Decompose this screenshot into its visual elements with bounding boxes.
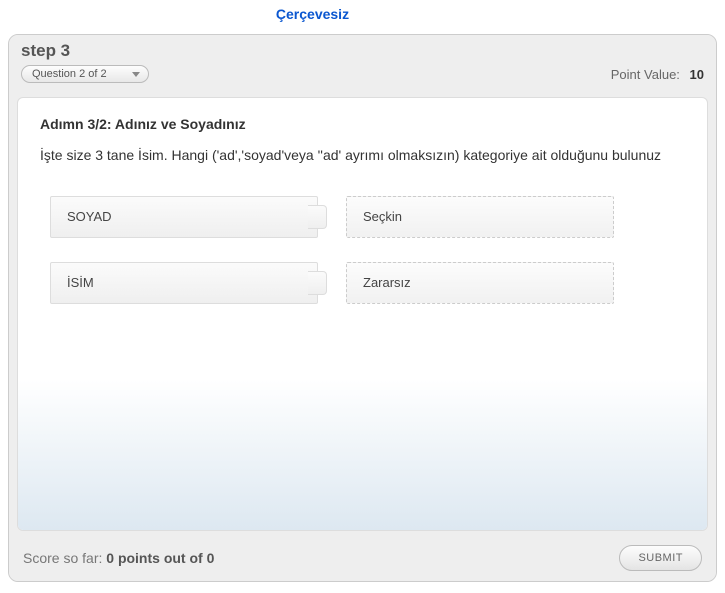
header-row: Question 2 of 2 Point Value: 10 [21,65,704,83]
slot-label: İSİM [67,275,94,290]
match-row: İSİM Zararsız [50,262,675,304]
frameless-link[interactable]: Çerçevesiz [276,6,349,22]
panel-footer: Score so far: 0 points out of 0 SUBMIT [9,535,716,581]
question-selector[interactable]: Question 2 of 2 [21,65,149,83]
point-value: Point Value: 10 [611,67,704,82]
match-slot-soyad[interactable]: SOYAD [50,196,318,238]
step-title: step 3 [21,41,704,61]
question-card: Adımn 3/2: Adınız ve Soyadınız İşte size… [17,97,708,531]
quiz-panel: step 3 Question 2 of 2 Point Value: 10 A… [8,34,717,582]
tile-label: Zararsız [363,275,411,290]
match-slot-isim[interactable]: İSİM [50,262,318,304]
panel-header: step 3 Question 2 of 2 Point Value: 10 [9,35,716,89]
question-title: Adımn 3/2: Adınız ve Soyadınız [40,116,685,132]
submit-button[interactable]: SUBMIT [619,545,702,571]
match-tile-zararsiz[interactable]: Zararsız [346,262,614,304]
point-value-number: 10 [690,67,704,82]
question-text: İşte size 3 tane İsim. Hangi ('ad','soya… [40,146,685,166]
score-text: Score so far: 0 points out of 0 [23,550,214,566]
point-value-label: Point Value: [611,67,680,82]
tile-label: Seçkin [363,209,402,224]
slot-label: SOYAD [67,209,112,224]
match-tile-seckin[interactable]: Seçkin [346,196,614,238]
frameless-link-wrap: Çerçevesiz [0,0,725,28]
score-value: 0 points out of 0 [106,550,214,566]
content-wrap: Adımn 3/2: Adınız ve Soyadınız İşte size… [9,89,716,535]
match-row: SOYAD Seçkin [50,196,675,238]
score-label: Score so far: [23,550,102,566]
chevron-down-icon [132,72,140,77]
match-area: SOYAD Seçkin İSİM Zararsız [40,196,685,304]
question-selector-label: Question 2 of 2 [32,68,107,80]
